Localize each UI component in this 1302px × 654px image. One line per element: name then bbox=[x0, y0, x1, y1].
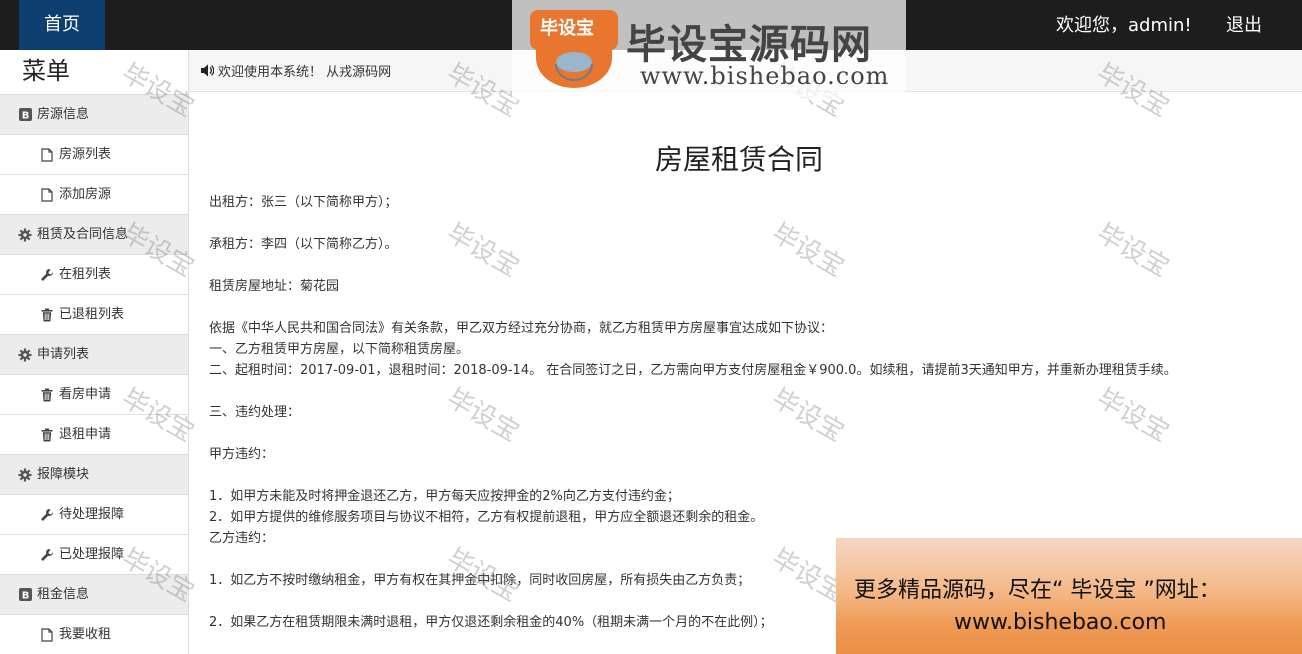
sidebar-group-label: 租赁及合同信息 bbox=[37, 226, 129, 242]
wrench-icon bbox=[40, 548, 54, 562]
watermark-mark: 毕设宝 bbox=[766, 218, 850, 284]
file-icon bbox=[40, 627, 54, 642]
trash-icon bbox=[40, 308, 54, 322]
watermark-mark: 毕设宝 bbox=[1091, 218, 1175, 284]
gear-icon bbox=[18, 468, 32, 482]
promo-text: 更多精品源码，尽在“ 毕设宝 ”网址： bbox=[854, 578, 1221, 603]
party-b-breach-1: 1．如乙方不按时缴纳租金，甲方有权在其押金中扣除，同时收回房屋，所有损失由乙方负… bbox=[209, 573, 751, 588]
watermark-mark: 毕设宝 bbox=[766, 383, 850, 449]
sidebar-item-label: 待处理报障 bbox=[59, 506, 125, 522]
svg-text:B: B bbox=[21, 111, 29, 122]
sidebar-item-label: 添加房源 bbox=[59, 186, 112, 202]
sidebar-group-label: 租金信息 bbox=[37, 586, 90, 602]
sidebar-item-label: 已处理报障 bbox=[59, 546, 125, 562]
sidebar-group-repairs[interactable]: 报障模块 bbox=[0, 455, 188, 495]
welcome-text: 欢迎您，admin! bbox=[1056, 15, 1192, 36]
address-line: 租赁房屋地址：菊花园 bbox=[209, 279, 340, 294]
watermark-mark: 毕设宝 bbox=[441, 383, 525, 449]
home-tab[interactable]: 首页 bbox=[19, 0, 105, 50]
gear-icon bbox=[18, 348, 32, 362]
sidebar-item-label: 看房申请 bbox=[59, 386, 112, 402]
sidebar-item-pending-repairs[interactable]: 待处理报障 bbox=[0, 495, 188, 535]
sidebar-group-label: 申请列表 bbox=[37, 346, 90, 362]
clause-3: 三、违约处理： bbox=[209, 405, 301, 420]
sidebar-group-applications[interactable]: 申请列表 bbox=[0, 335, 188, 375]
clause-2: 二、起租时间：2017-09-01，退租时间：2018-09-14。 在合同签订… bbox=[209, 363, 1177, 378]
watermark-mark: 毕设宝 bbox=[441, 218, 525, 284]
sidebar-group-lease-contracts[interactable]: 租赁及合同信息 bbox=[0, 215, 188, 255]
sidebar-item-collect-rent[interactable]: 我要收租 bbox=[0, 615, 188, 654]
sidebar-item-label: 在租列表 bbox=[59, 266, 112, 282]
sidebar-group-rent[interactable]: B 租金信息 bbox=[0, 575, 188, 615]
party-a-breach-2: 2．如甲方提供的维修服务项目与协议不相符，乙方有权提前退租，甲方应全额退还剩余的… bbox=[209, 510, 764, 525]
promo-banner: 更多精品源码，尽在“ 毕设宝 ”网址： www.bishebao.com bbox=[836, 538, 1302, 654]
file-icon bbox=[40, 187, 54, 202]
watermark-brand-url: www.bishebao.com bbox=[640, 62, 890, 90]
lessee-line: 承租方：李四（以下简称乙方）。 bbox=[209, 237, 398, 252]
sidebar-item-ended-leases[interactable]: 已退租列表 bbox=[0, 295, 188, 335]
bold-b-icon: B bbox=[18, 108, 32, 122]
logout-link[interactable]: 退出 bbox=[1226, 0, 1262, 50]
wrench-icon bbox=[40, 268, 54, 282]
sidebar-item-add-listing[interactable]: 添加房源 bbox=[0, 175, 188, 215]
sidebar-item-moveout-requests[interactable]: 退租申请 bbox=[0, 415, 188, 455]
speaker-icon bbox=[200, 64, 214, 78]
party-b-breach-2: 2．如果乙方在租赁期限未满时退租，甲方仅退还剩余租金的40%（租期未满一个月的不… bbox=[209, 615, 773, 630]
bold-b-icon: B bbox=[18, 588, 32, 602]
menu-title: 菜单 bbox=[0, 50, 188, 95]
intro-line: 依据《中华人民共和国合同法》有关条款，甲乙双方经过充分协商，就乙方租赁甲方房屋事… bbox=[209, 321, 834, 336]
clause-1: 一、乙方租赁甲方房屋，以下简称租赁房屋。 bbox=[209, 342, 470, 357]
trash-icon bbox=[40, 388, 54, 402]
sidebar-item-label: 房源列表 bbox=[59, 146, 112, 162]
sidebar-item-active-leases[interactable]: 在租列表 bbox=[0, 255, 188, 295]
lessor-line: 出租方：张三（以下简称甲方）； bbox=[209, 195, 398, 210]
party-b-breach-heading: 乙方违约： bbox=[209, 531, 275, 546]
wrench-icon bbox=[40, 508, 54, 522]
watermark-logo-text: 毕设宝 bbox=[540, 18, 594, 39]
sidebar-group-label: 房源信息 bbox=[37, 106, 90, 122]
sidebar-group-label: 报障模块 bbox=[37, 466, 90, 482]
sidebar-item-handled-repairs[interactable]: 已处理报障 bbox=[0, 535, 188, 575]
sidebar-item-listing-list[interactable]: 房源列表 bbox=[0, 135, 188, 175]
contract-title: 房屋租赁合同 bbox=[655, 143, 824, 176]
party-a-breach-1: 1．如甲方未能及时将押金退还乙方，甲方每天应按押金的2%向乙方支付违约金； bbox=[209, 489, 680, 504]
party-a-breach-heading: 甲方违约： bbox=[209, 447, 275, 462]
announcement-text: 欢迎使用本系统！ 从戎源码网 bbox=[218, 65, 392, 80]
sidebar-item-label: 已退租列表 bbox=[59, 306, 125, 322]
file-icon bbox=[40, 147, 54, 162]
sidebar-item-viewing-requests[interactable]: 看房申请 bbox=[0, 375, 188, 415]
svg-text:B: B bbox=[21, 591, 29, 602]
watermark-mark: 毕设宝 bbox=[1091, 383, 1175, 449]
sidebar-group-listings[interactable]: B 房源信息 bbox=[0, 95, 188, 135]
sidebar-item-label: 我要收租 bbox=[59, 626, 112, 642]
gear-icon bbox=[18, 228, 32, 242]
sidebar-item-label: 退租申请 bbox=[59, 426, 112, 442]
promo-url: www.bishebao.com bbox=[954, 610, 1167, 635]
sidebar: 菜单 B 房源信息 房源列表 添加房源 租赁及合同信息 在租列表 已退租列表 申… bbox=[0, 50, 189, 654]
trash-icon bbox=[40, 428, 54, 442]
